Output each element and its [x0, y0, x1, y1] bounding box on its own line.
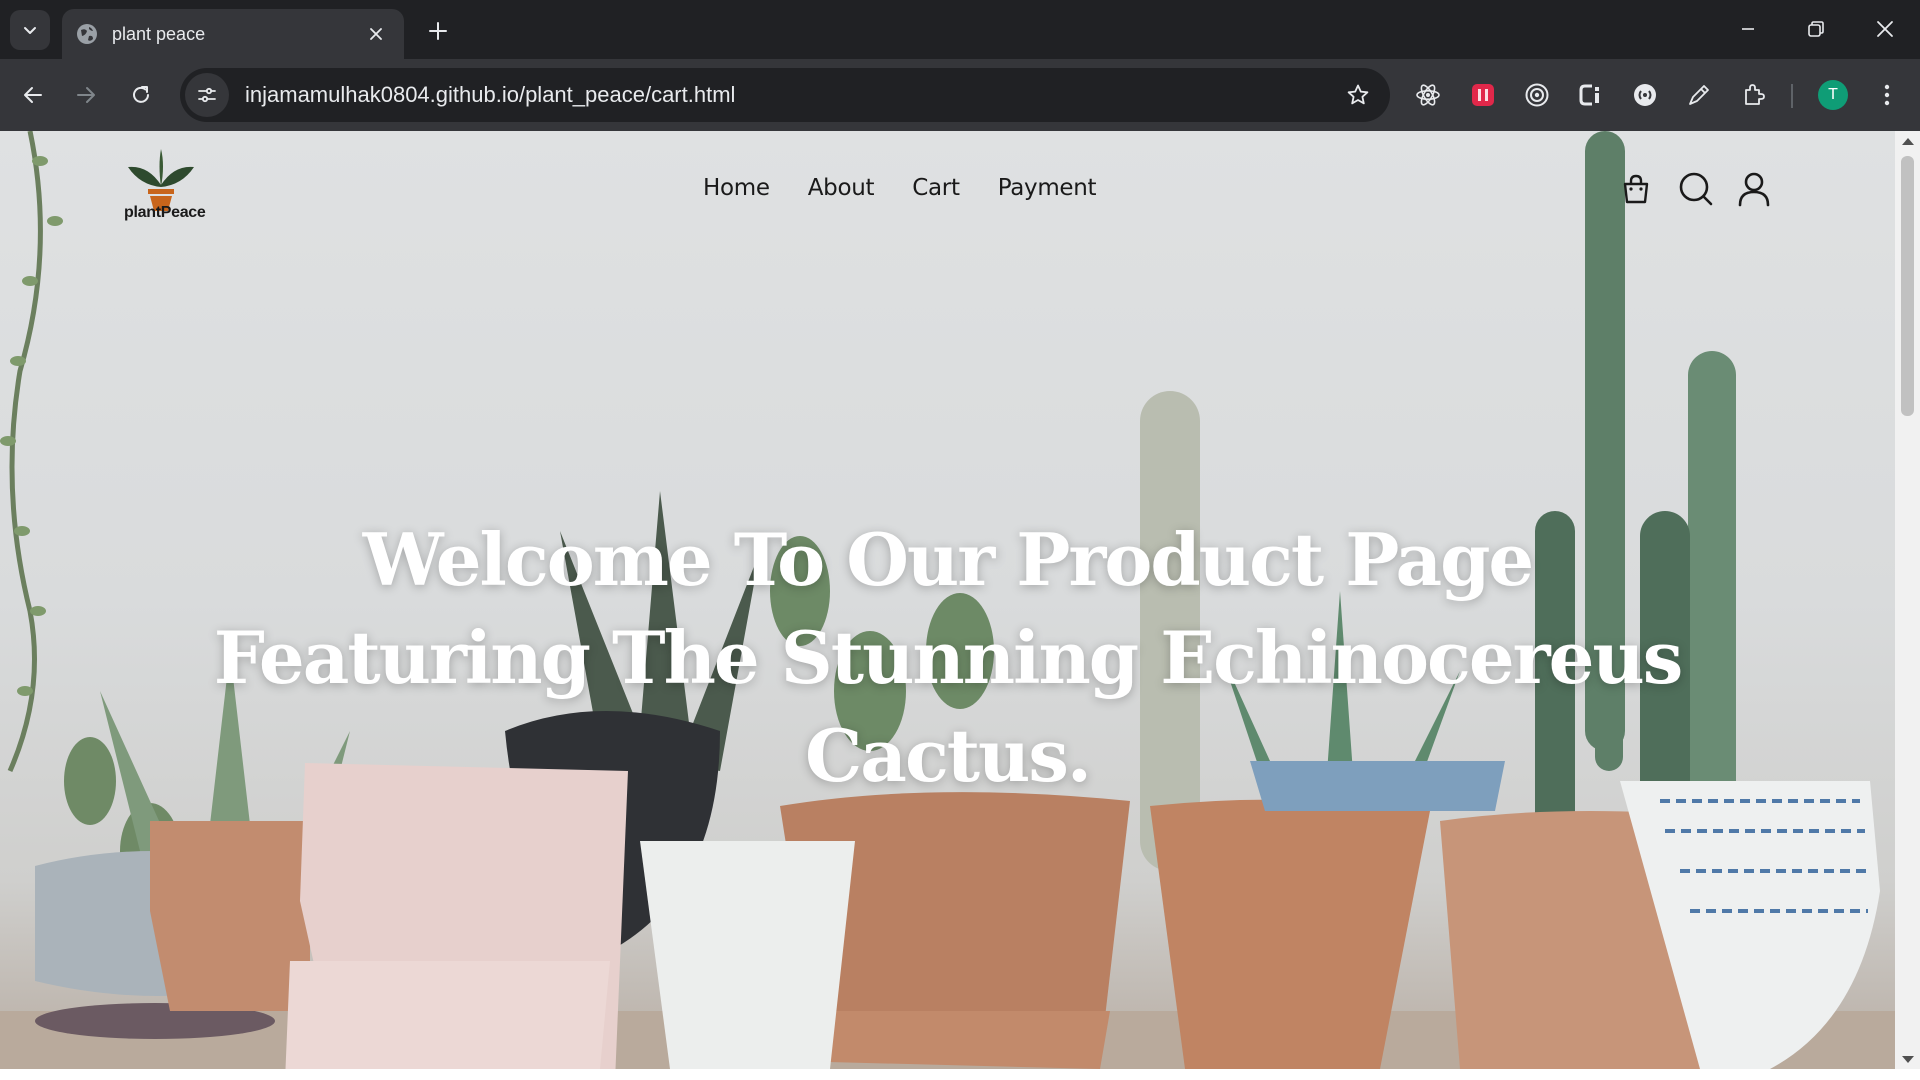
scrollbar-thumb[interactable] — [1901, 156, 1914, 416]
pen-icon — [1689, 85, 1709, 105]
nav-link-about[interactable]: About — [808, 175, 875, 201]
star-icon — [1347, 84, 1369, 105]
scroll-up-arrow[interactable] — [1902, 138, 1914, 145]
avatar: T — [1818, 80, 1848, 110]
shopping-bag-icon — [1623, 174, 1649, 204]
target-extension[interactable] — [1515, 73, 1559, 117]
tune-icon — [198, 87, 216, 103]
hero-title: Welcome To Our Product Page Featuring Th… — [0, 511, 1895, 805]
arrow-right-icon — [77, 87, 95, 103]
browser-menu-button[interactable] — [1865, 73, 1909, 117]
tab-search-button[interactable] — [10, 10, 50, 50]
more-vertical-icon — [1884, 84, 1890, 106]
site-info-button[interactable] — [185, 73, 229, 117]
bookmark-button[interactable] — [1336, 73, 1380, 117]
nav-link-home[interactable]: Home — [703, 175, 770, 201]
account-button[interactable] — [1732, 167, 1776, 211]
new-tab-button[interactable] — [420, 13, 456, 49]
logo-text[interactable]: plantPeace — [124, 204, 206, 222]
restore-button[interactable] — [1786, 6, 1846, 52]
pen-extension[interactable] — [1677, 73, 1721, 117]
reload-icon — [133, 86, 149, 103]
toolbar-divider — [1791, 84, 1793, 108]
forward-button[interactable] — [64, 73, 108, 117]
red-extension-icon — [1472, 84, 1494, 106]
close-icon — [1877, 21, 1893, 37]
page-viewport: plantPeace Home About Cart Payment Welco… — [0, 131, 1920, 1080]
nav-link-cart[interactable]: Cart — [912, 175, 960, 201]
search-button[interactable] — [1674, 167, 1718, 211]
main-nav: Home About Cart Payment — [703, 175, 1134, 201]
nav-link-payment[interactable]: Payment — [998, 175, 1097, 201]
reload-button[interactable] — [119, 73, 163, 117]
hero-title-line-1: Welcome To Our Product Page — [362, 517, 1535, 602]
cart-button[interactable] — [1614, 167, 1658, 211]
react-devtools-icon — [1416, 84, 1440, 106]
profile-button[interactable]: T — [1811, 73, 1855, 117]
chevron-down-icon — [24, 27, 36, 34]
circle-extension-icon — [1634, 84, 1656, 106]
tab-close-button[interactable] — [362, 20, 390, 48]
user-icon — [1738, 172, 1770, 207]
address-bar[interactable]: injamamulhak0804.github.io/plant_peace/c… — [180, 68, 1390, 122]
puzzle-icon — [1745, 84, 1765, 105]
close-window-button[interactable] — [1855, 6, 1915, 52]
target-icon — [1525, 83, 1549, 107]
circle-extension[interactable] — [1623, 73, 1667, 117]
tab-strip: plant peace — [0, 0, 1920, 59]
red-extension[interactable] — [1461, 73, 1505, 117]
hero-section: plantPeace Home About Cart Payment Welco… — [0, 131, 1895, 1069]
url-text[interactable]: injamamulhak0804.github.io/plant_peace/c… — [245, 82, 1336, 108]
browser-toolbar: injamamulhak0804.github.io/plant_peace/c… — [0, 59, 1920, 131]
plus-icon — [429, 22, 447, 40]
tab-title: plant peace — [112, 23, 206, 44]
react-devtools-extension[interactable] — [1406, 73, 1450, 117]
ci-extension-icon — [1579, 84, 1599, 106]
page-scrollbar[interactable] — [1895, 131, 1920, 1069]
hero-title-line-2: Featuring The Stunning Echinocereus — [213, 615, 1684, 700]
ci-extension[interactable] — [1569, 73, 1613, 117]
minimize-button[interactable] — [1718, 6, 1778, 52]
arrow-left-icon — [24, 87, 42, 103]
back-button[interactable] — [11, 73, 55, 117]
scroll-down-arrow[interactable] — [1902, 1056, 1914, 1063]
search-icon — [1679, 172, 1713, 206]
page-below-fold — [0, 1069, 1920, 1080]
browser-tab[interactable]: plant peace — [62, 9, 404, 59]
close-icon — [370, 28, 382, 40]
globe-icon — [77, 24, 97, 44]
restore-icon — [1808, 21, 1824, 37]
extensions-button[interactable] — [1732, 73, 1776, 117]
minimize-icon — [1742, 28, 1754, 30]
hero-title-line-3: Cactus. — [804, 713, 1092, 798]
